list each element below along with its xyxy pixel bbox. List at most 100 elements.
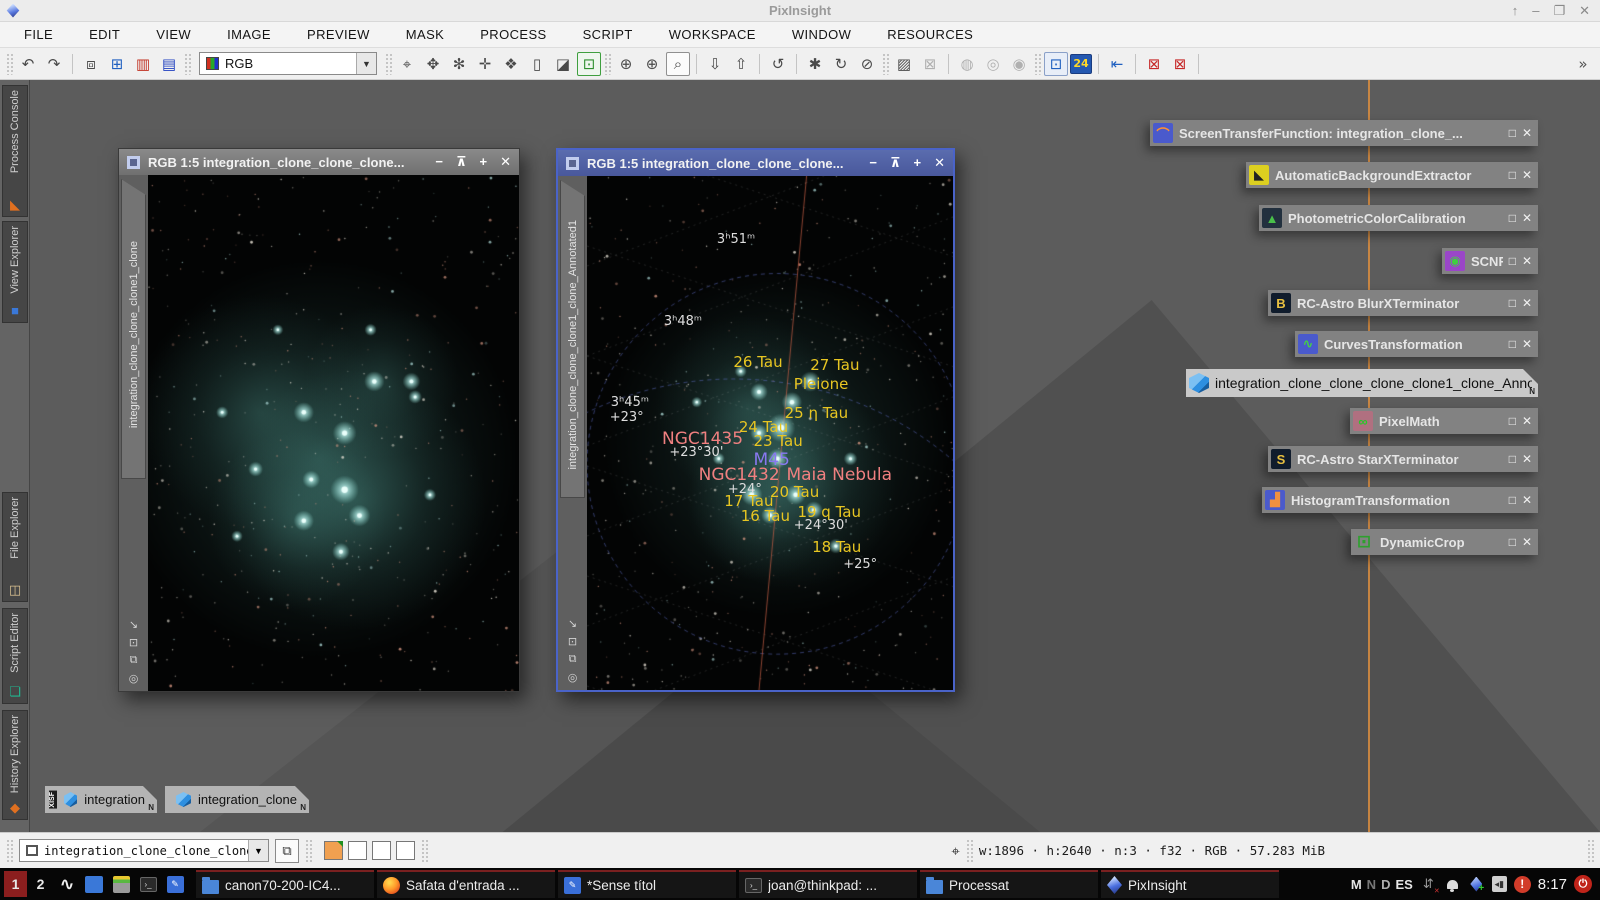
channel-selector-dropdown[interactable]: RGB ▼ — [199, 52, 377, 75]
shade-icon[interactable]: ⊼ — [456, 154, 467, 170]
close-icon[interactable]: ✕ — [1522, 168, 1532, 182]
pixinsight-updates-icon[interactable]: + — [1468, 876, 1485, 893]
process-history-icon[interactable]: ↻ — [829, 52, 853, 76]
keyboard-layout-indicator[interactable]: ES — [1395, 877, 1412, 892]
close-icon[interactable]: ✕ — [1522, 535, 1532, 549]
toolbar-handle[interactable] — [882, 53, 889, 75]
menu-item[interactable]: MASK — [406, 27, 444, 42]
volume-icon[interactable]: ◂▮ — [1492, 876, 1507, 892]
keyboard-layout-indicator[interactable]: N — [1367, 877, 1376, 892]
fit-view-icon[interactable]: ❖ — [499, 52, 523, 76]
toolbar-handle[interactable] — [385, 53, 392, 75]
chevron-down-icon[interactable]: ▼ — [356, 53, 376, 74]
expand-view-icon[interactable]: ✥ — [421, 52, 445, 76]
process-icon[interactable]: B RC-Astro BlurXTerminator □ ✕ N — [1268, 290, 1538, 316]
process-icon[interactable]: S RC-Astro StarXTerminator □ ✕ N — [1268, 446, 1538, 472]
view-strip-icon[interactable]: ⊡ — [129, 636, 138, 649]
stf-edit-icon[interactable]: ◉ — [1007, 52, 1031, 76]
close-window-icon[interactable]: ✕ — [1579, 3, 1590, 19]
iconize-icon[interactable]: □ — [1509, 337, 1516, 351]
file-new-icon[interactable]: ⊕ — [614, 52, 638, 76]
toolbar-handle[interactable] — [305, 839, 312, 863]
remove-mask-icon[interactable]: ⊠ — [918, 52, 942, 76]
notifications-bell-icon[interactable] — [1444, 876, 1461, 893]
iconize-icon[interactable]: □ — [1509, 211, 1516, 225]
menu-item[interactable]: PROCESS — [480, 27, 546, 42]
view-tab[interactable]: integration_clone_clone_clone1_clone — [121, 179, 146, 479]
iconize-icon[interactable]: □ — [1509, 126, 1516, 140]
zoom-icon[interactable]: + — [914, 155, 922, 171]
process-icon[interactable]: ∿ CurvesTransformation □ ✕ N — [1295, 331, 1538, 357]
iconize-icon[interactable]: □ — [1509, 452, 1516, 466]
close-icon[interactable]: ✕ — [1522, 493, 1532, 507]
toolbar-handle[interactable] — [604, 53, 611, 75]
image-window-1-titlebar[interactable]: RGB 1:5 integration_clone_clone_clone...… — [119, 149, 519, 175]
dock-tab[interactable]: History Explorer ◆ — [2, 710, 28, 820]
menu-item[interactable]: WINDOW — [792, 27, 851, 42]
menu-item[interactable]: WORKSPACE — [669, 27, 756, 42]
stf-auto-icon[interactable]: ◍ — [955, 52, 979, 76]
taskbar-task-button[interactable]: canon70-200-IC4... — [196, 870, 374, 898]
minimize-icon[interactable]: − — [869, 155, 877, 171]
power-button-icon[interactable]: ⏻ — [1574, 875, 1592, 893]
iconize-icon[interactable]: □ — [1509, 296, 1516, 310]
image-window-2-titlebar[interactable]: RGB 1:5 integration_clone_clone_clone...… — [558, 150, 953, 176]
track-view-icon[interactable]: ⌖ — [395, 52, 419, 76]
close-icon[interactable]: ✕ — [1522, 211, 1532, 225]
view-mode-button[interactable]: ⧉ — [275, 839, 299, 863]
new-preview-icon[interactable]: ▯ — [525, 52, 549, 76]
minimize-window-icon[interactable]: – — [1532, 3, 1539, 19]
close-window-icon[interactable]: ⊠ — [1142, 52, 1166, 76]
toolbar-handle[interactable] — [421, 839, 428, 863]
zoom-actual-icon[interactable]: ✛ — [473, 52, 497, 76]
close-icon[interactable]: ✕ — [1522, 337, 1532, 351]
workspace-button[interactable]: 1 — [4, 871, 27, 897]
close-icon[interactable]: ✕ — [1522, 414, 1532, 428]
zoom-icon[interactable]: + — [480, 154, 488, 170]
view-strip-icon[interactable]: ↘ — [568, 617, 577, 630]
menu-item[interactable]: IMAGE — [227, 27, 271, 42]
dock-tab[interactable]: Process Console ◣ — [2, 85, 28, 217]
toolbar-handle[interactable] — [1587, 839, 1594, 863]
close-icon[interactable]: ✕ — [934, 155, 945, 171]
view-strip-icon[interactable]: ◎ — [129, 672, 139, 685]
process-icon[interactable]: ▲ PhotometricColorCalibration □ ✕ N — [1259, 205, 1538, 231]
taskbar-task-button[interactable]: PixInsight — [1101, 870, 1279, 898]
menu-item[interactable]: PREVIEW — [307, 27, 370, 42]
process-icon[interactable]: ∞ PixelMath □ ✕ N — [1350, 408, 1538, 434]
close-icon[interactable]: ✕ — [1522, 254, 1532, 268]
view-strip-icon[interactable]: ⧉ — [130, 654, 138, 667]
process-delete-icon[interactable]: ⊘ — [855, 52, 879, 76]
chevron-down-icon[interactable]: ▼ — [248, 840, 268, 861]
shade-window-icon[interactable]: ↑ — [1512, 3, 1519, 19]
close-icon[interactable]: ✕ — [1522, 296, 1532, 310]
workspace-swatch-2[interactable] — [348, 841, 367, 860]
menu-item[interactable]: SCRIPT — [583, 27, 633, 42]
toolbar-handle[interactable] — [6, 839, 13, 863]
show-mask-icon[interactable]: ▨ — [892, 52, 916, 76]
taskbar-task-button[interactable]: Processat — [920, 870, 1098, 898]
toolbar-overflow-chevron[interactable]: » — [1571, 52, 1595, 76]
iconize-icon[interactable]: □ — [1509, 168, 1516, 182]
menu-item[interactable]: FILE — [24, 27, 53, 42]
duplicate-image-icon[interactable]: ⊞ — [105, 52, 129, 76]
process-icon[interactable]: integration_clone_clone_clone_clone1_clo… — [1186, 369, 1538, 397]
dock-tab[interactable]: File Explorer ◫ — [2, 492, 28, 602]
menu-item[interactable]: VIEW — [156, 27, 191, 42]
iconize-icon[interactable]: □ — [1509, 493, 1516, 507]
keyboard-layout-indicator[interactable]: M — [1351, 877, 1362, 892]
workspace-swatch-1[interactable] — [324, 841, 343, 860]
shade-icon[interactable]: ⊼ — [890, 155, 901, 171]
clock[interactable]: 8:17 — [1538, 876, 1567, 893]
toolbar-handle[interactable] — [6, 53, 13, 75]
revert-icon[interactable]: ↺ — [766, 52, 790, 76]
os-window-titlebar[interactable]: PixInsight ↑ – ❐ ✕ — [0, 0, 1600, 22]
iconize-icon[interactable]: □ — [1509, 535, 1516, 549]
network-offline-icon[interactable]: ⇵ — [1420, 876, 1437, 893]
dock-tab[interactable]: View Explorer ■ — [2, 221, 28, 323]
workspace-button[interactable]: 2 — [29, 871, 52, 897]
dock-window-icon[interactable]: ⇤ — [1105, 52, 1129, 76]
channel-combine-icon[interactable]: ▤ — [157, 52, 181, 76]
view-find-icon[interactable]: ⌕ — [666, 52, 690, 76]
menu-item[interactable]: EDIT — [89, 27, 120, 42]
